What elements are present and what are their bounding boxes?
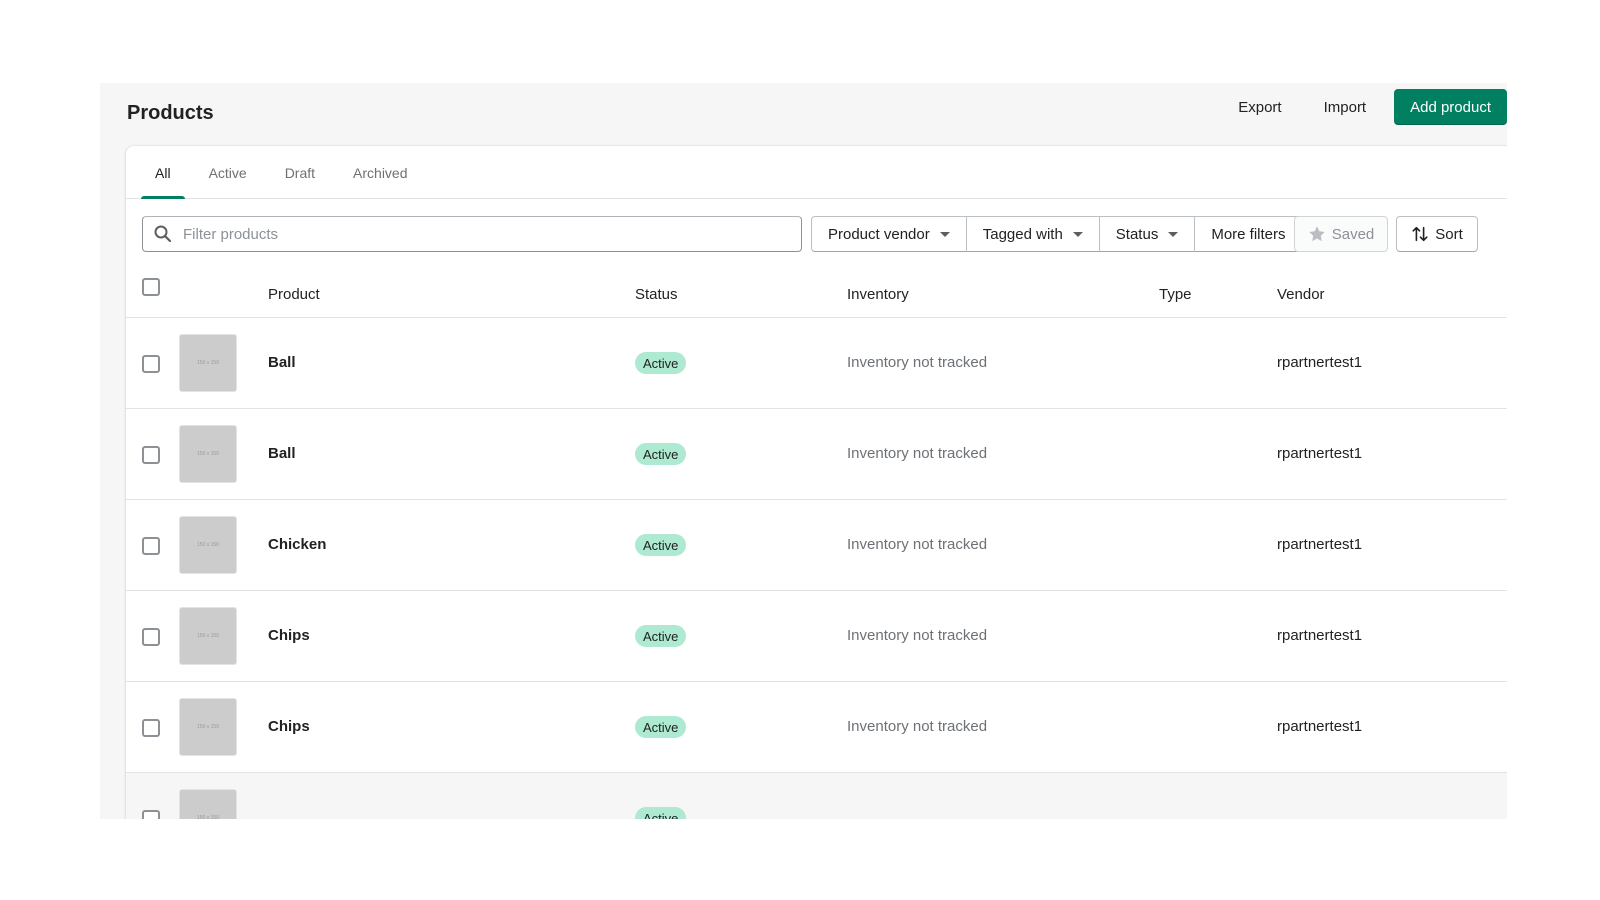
thumbnail-size-text: 150 x 150 <box>197 451 219 457</box>
column-product[interactable]: Product <box>268 286 320 303</box>
filter-products-input[interactable] <box>183 219 783 249</box>
status-badge: Active <box>635 443 687 465</box>
import-button[interactable]: Import <box>1310 89 1381 125</box>
column-type[interactable]: Type <box>1159 286 1192 303</box>
status-filter-button[interactable]: Status <box>1098 216 1196 252</box>
thumbnail-size-text: 150 x 150 <box>197 815 219 819</box>
caret-down-icon <box>939 231 950 237</box>
status-badge: Active <box>635 807 687 819</box>
row-checkbox[interactable] <box>142 810 160 819</box>
inventory-value: Inventory not tracked <box>847 627 988 644</box>
header-actions: Export Import Add product <box>1224 89 1507 125</box>
product-thumbnail: 150 x 150 <box>179 334 237 392</box>
caret-down-icon <box>1168 231 1179 237</box>
saved-label: Saved <box>1331 225 1375 243</box>
product-name[interactable]: Ball <box>268 445 296 462</box>
add-product-button[interactable]: Add product <box>1394 89 1507 125</box>
column-status[interactable]: Status <box>635 286 678 303</box>
table-row[interactable]: 150 x 150 Ball Active Inventory not trac… <box>126 318 1507 409</box>
filter-bar: Product vendor Tagged with Status More f… <box>126 199 1507 269</box>
export-button[interactable]: Export <box>1224 89 1295 125</box>
product-thumbnail: 150 x 150 <box>179 425 237 483</box>
thumbnail-size-text: 150 x 150 <box>197 724 219 730</box>
vendor-value: rpartnertest1 <box>1277 718 1363 735</box>
saved-button[interactable]: Saved <box>1294 216 1388 252</box>
table-row[interactable]: 150 x 150 Chips Active Inventory not tra… <box>126 591 1507 682</box>
inventory-value: Inventory not tracked <box>847 718 988 735</box>
products-page: Products Export Import Add product All A… <box>100 83 1507 819</box>
tab-archived[interactable]: Archived <box>337 146 423 199</box>
product-thumbnail: 150 x 150 <box>179 789 237 819</box>
inventory-value: Inventory not tracked <box>847 445 988 462</box>
product-thumbnail: 150 x 150 <box>179 698 237 756</box>
tab-draft[interactable]: Draft <box>269 146 331 199</box>
product-name[interactable]: Chicken <box>268 536 326 553</box>
tagged-with-label: Tagged with <box>982 225 1063 243</box>
search-icon <box>143 216 183 252</box>
inventory-value: Inventory not tracked <box>847 536 988 553</box>
row-checkbox[interactable] <box>142 537 160 555</box>
product-name[interactable]: Chips <box>268 718 310 735</box>
row-checkbox[interactable] <box>142 355 160 373</box>
products-card: All Active Draft Archived Product vendor… <box>126 146 1507 819</box>
table-row[interactable]: 150 x 150 Chicken Active Inventory not t… <box>126 500 1507 591</box>
table-row[interactable]: 150 x 150 Active <box>126 773 1507 819</box>
column-inventory[interactable]: Inventory <box>847 286 909 303</box>
status-badge: Active <box>635 534 687 556</box>
status-badge: Active <box>635 352 687 374</box>
row-checkbox[interactable] <box>142 719 160 737</box>
product-name[interactable]: Ball <box>268 354 296 371</box>
more-filters-button[interactable]: More filters <box>1194 216 1303 252</box>
star-icon <box>1308 225 1326 243</box>
products-table: Product Status Inventory Type Vendor 150… <box>126 269 1507 819</box>
search-box <box>142 216 802 252</box>
vendor-value: rpartnertest1 <box>1277 445 1363 462</box>
table-row[interactable]: 150 x 150 Ball Active Inventory not trac… <box>126 409 1507 500</box>
thumbnail-size-text: 150 x 150 <box>197 542 219 548</box>
product-vendor-filter-button[interactable]: Product vendor <box>811 216 967 252</box>
status-badge: Active <box>635 716 687 738</box>
tagged-with-filter-button[interactable]: Tagged with <box>965 216 1100 252</box>
vendor-value: rpartnertest1 <box>1277 627 1363 644</box>
caret-down-icon <box>1072 231 1083 237</box>
vendor-value: rpartnertest1 <box>1277 354 1363 371</box>
filter-button-group: Product vendor Tagged with Status More f… <box>811 216 1303 252</box>
tab-all[interactable]: All <box>139 146 187 199</box>
row-checkbox[interactable] <box>142 628 160 646</box>
table-row[interactable]: 150 x 150 Chips Active Inventory not tra… <box>126 682 1507 773</box>
product-name[interactable]: Chips <box>268 627 310 644</box>
page-header: Products Export Import Add product <box>100 83 1507 145</box>
vendor-value: rpartnertest1 <box>1277 536 1363 553</box>
page-title: Products <box>127 102 214 124</box>
thumbnail-size-text: 150 x 150 <box>197 633 219 639</box>
column-vendor[interactable]: Vendor <box>1277 286 1325 303</box>
table-header: Product Status Inventory Type Vendor <box>126 269 1507 318</box>
product-thumbnail: 150 x 150 <box>179 516 237 574</box>
row-checkbox[interactable] <box>142 446 160 464</box>
sort-label: Sort <box>1435 225 1463 243</box>
tab-active[interactable]: Active <box>193 146 263 199</box>
product-thumbnail: 150 x 150 <box>179 607 237 665</box>
thumbnail-size-text: 150 x 150 <box>197 360 219 366</box>
status-tabs: All Active Draft Archived <box>126 146 1507 199</box>
sort-arrows-icon <box>1411 225 1429 243</box>
status-badge: Active <box>635 625 687 647</box>
select-all-checkbox[interactable] <box>142 278 160 296</box>
inventory-value: Inventory not tracked <box>847 354 988 371</box>
status-filter-label: Status <box>1115 225 1159 243</box>
sort-button[interactable]: Sort <box>1396 216 1478 252</box>
product-vendor-label: Product vendor <box>828 225 930 243</box>
